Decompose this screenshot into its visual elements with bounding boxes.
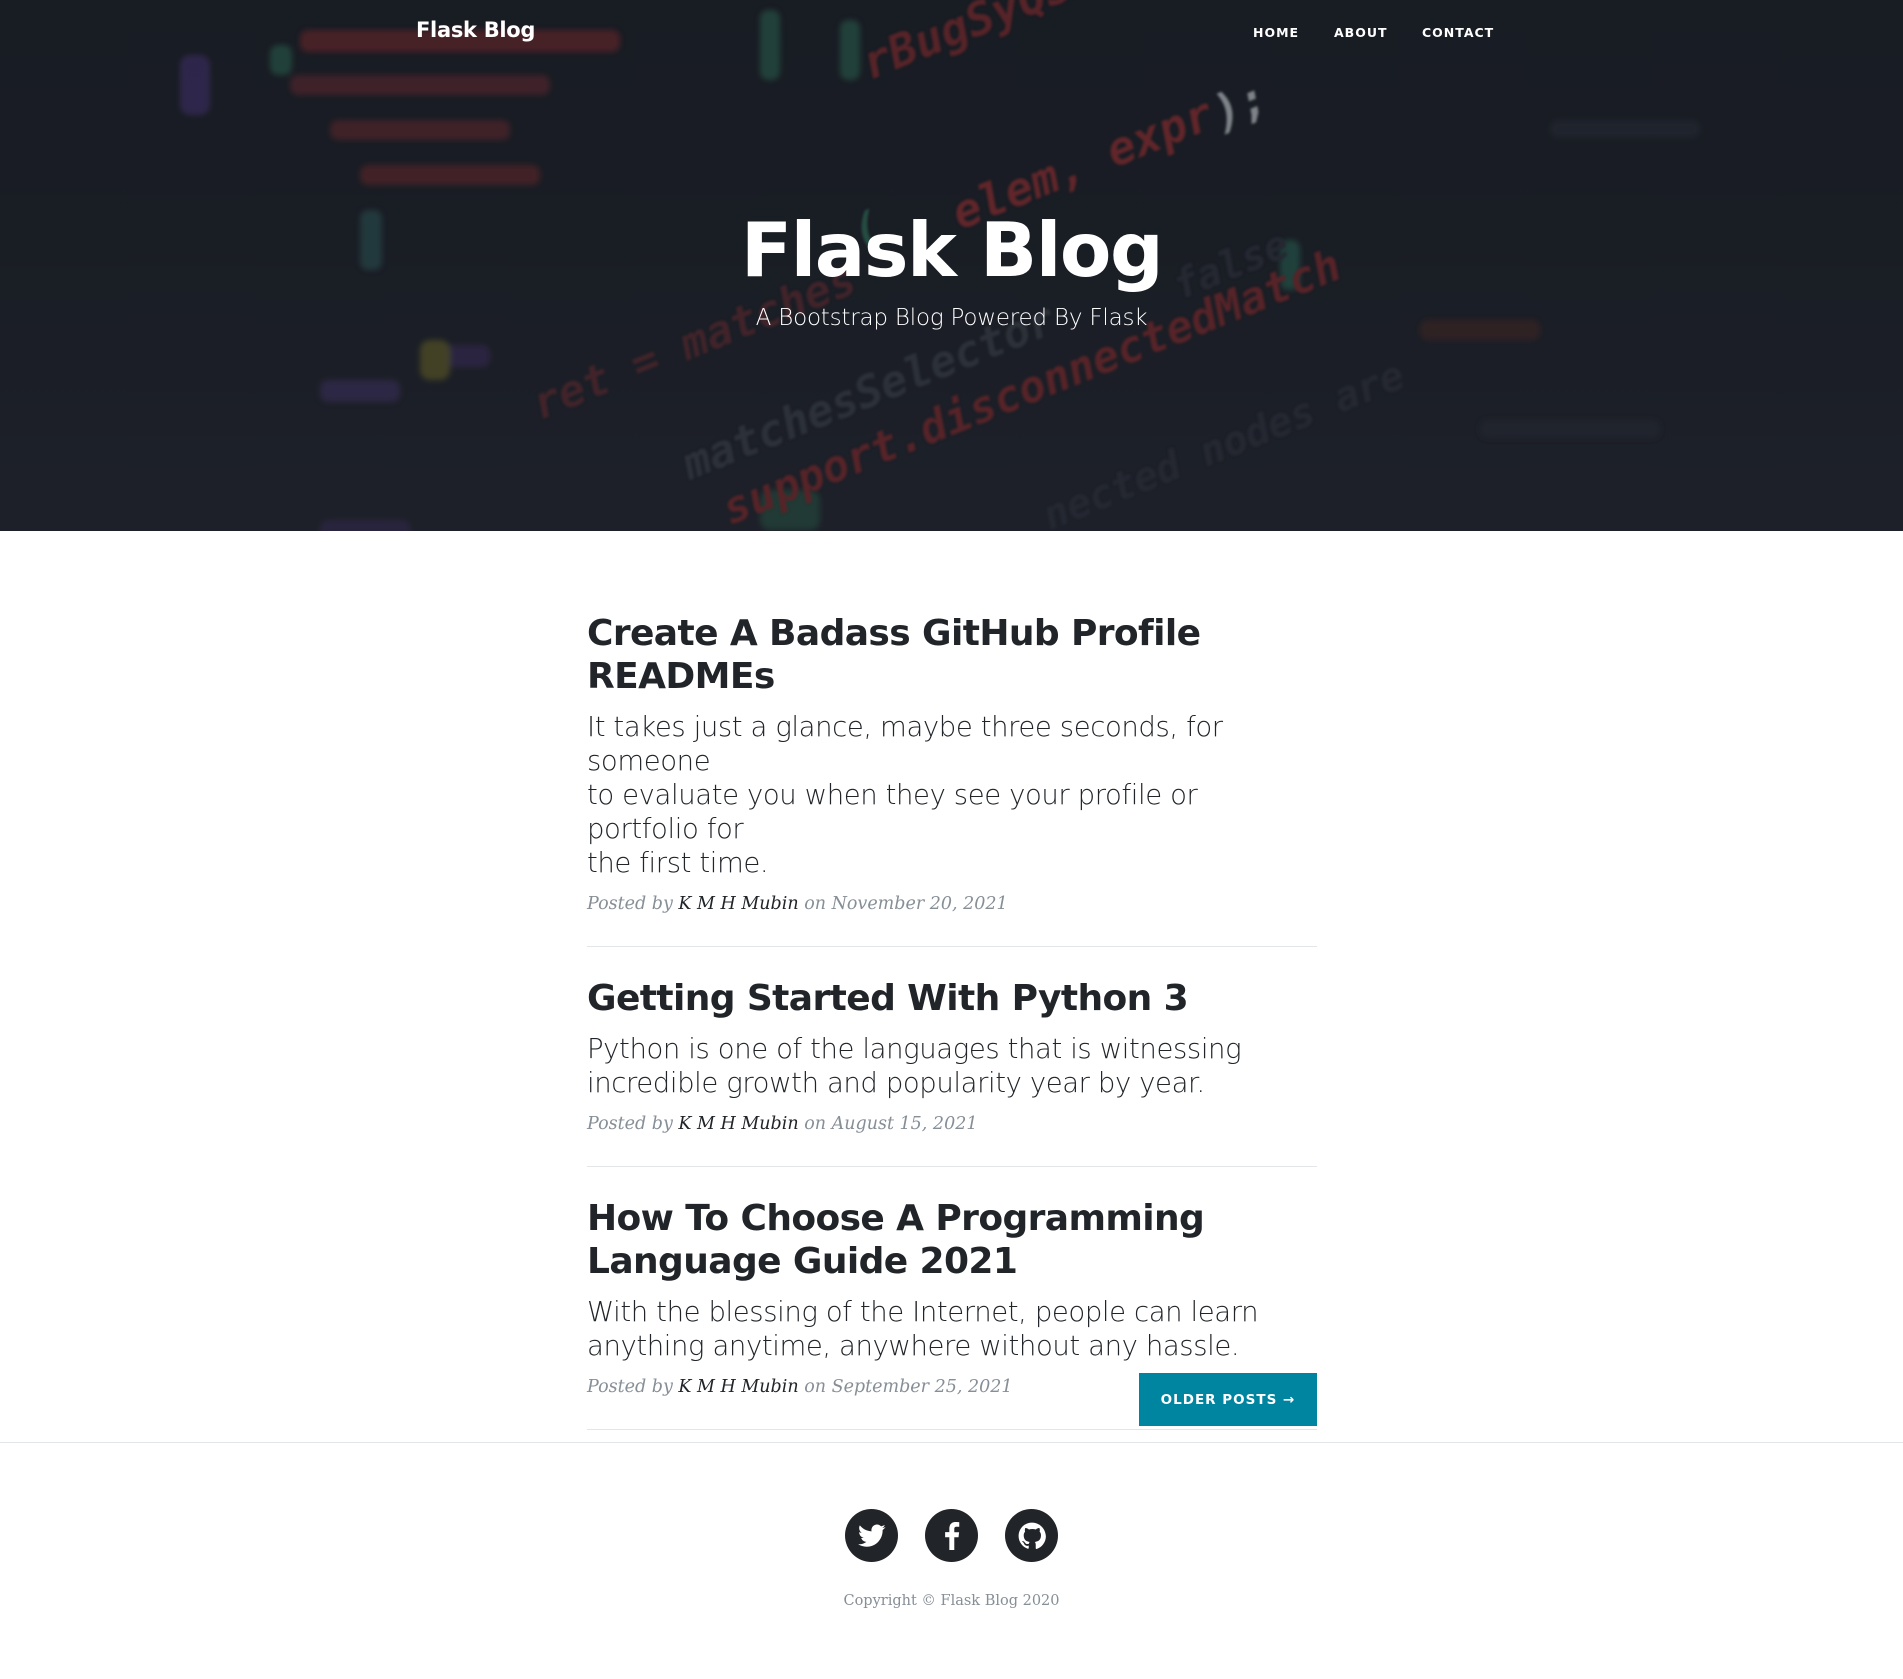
post-author-link[interactable]: K M H Mubin — [678, 1377, 798, 1397]
nav-link-contact[interactable]: CONTACT — [1422, 25, 1494, 40]
post-title-line: Create A Badass GitHub Profile — [587, 613, 1201, 654]
post-preview[interactable]: Create A Badass GitHub Profile READMEs I… — [587, 612, 1317, 916]
post-subtitle-line: It takes just a glance, maybe three seco… — [587, 711, 1223, 777]
masthead: rBugSyQSA elem, expr ( ); matchesSelecto… — [0, 0, 1903, 531]
post-subtitle: It takes just a glance, maybe three seco… — [587, 710, 1317, 880]
post-subtitle-line: incredible growth and popularity year by… — [587, 1067, 1205, 1099]
hero-subtitle: A Bootstrap Blog Powered By Flask — [755, 305, 1148, 331]
twitter-icon — [857, 1523, 886, 1548]
post-subtitle-line: to evaluate you when they see your profi… — [587, 779, 1198, 845]
post-title-line: Getting Started With Python 3 — [587, 978, 1189, 1019]
post-list: Create A Badass GitHub Profile READMEs I… — [587, 612, 1317, 1430]
post-preview[interactable]: Getting Started With Python 3 Python is … — [587, 977, 1317, 1136]
post-author-link[interactable]: K M H Mubin — [678, 894, 798, 914]
facebook-link[interactable] — [925, 1509, 978, 1562]
post-divider — [587, 946, 1317, 947]
facebook-icon — [944, 1521, 960, 1550]
post-subtitle: Python is one of the languages that is w… — [587, 1032, 1317, 1100]
copyright-text: Copyright © Flask Blog 2020 — [843, 1593, 1060, 1609]
navbar: Flask Blog HOME ABOUT CONTACT — [0, 0, 1903, 68]
post-meta: Posted by K M H Mubin on November 20, 20… — [587, 892, 1317, 916]
post-divider — [587, 1166, 1317, 1167]
post-date: August 15, 2021 — [831, 1114, 978, 1134]
post-meta-prefix: Posted by — [587, 1114, 673, 1134]
post-title[interactable]: How To Choose A Programming Language Gui… — [587, 1197, 1317, 1283]
post-date: September 25, 2021 — [831, 1377, 1013, 1397]
post-meta-on: on — [804, 894, 826, 914]
github-link[interactable] — [1005, 1509, 1058, 1562]
post-title[interactable]: Getting Started With Python 3 — [587, 977, 1317, 1020]
post-subtitle-line: anything anytime, anywhere without any h… — [587, 1330, 1240, 1362]
twitter-link[interactable] — [845, 1509, 898, 1562]
nav-link-about[interactable]: ABOUT — [1334, 25, 1388, 40]
post-title[interactable]: Create A Badass GitHub Profile READMEs — [587, 612, 1317, 698]
post-date: November 20, 2021 — [831, 894, 1008, 914]
nav-link-home[interactable]: HOME — [1253, 25, 1299, 40]
post-meta-on: on — [804, 1377, 826, 1397]
post-preview[interactable]: How To Choose A Programming Language Gui… — [587, 1197, 1317, 1399]
post-subtitle-line: the first time. — [587, 847, 769, 879]
post-meta: Posted by K M H Mubin on August 15, 2021 — [587, 1112, 1317, 1136]
post-meta-prefix: Posted by — [587, 894, 673, 914]
hero-title: Flask Blog — [740, 206, 1164, 294]
post-title-line: READMEs — [587, 656, 775, 697]
post-author-link[interactable]: K M H Mubin — [678, 1114, 798, 1134]
social-links — [0, 1509, 1903, 1562]
post-title-line: Language Guide 2021 — [587, 1241, 1018, 1282]
github-icon — [1018, 1522, 1046, 1550]
post-subtitle-line: Python is one of the languages that is w… — [587, 1033, 1242, 1065]
post-divider — [587, 1429, 1317, 1430]
post-title-line: How To Choose A Programming — [587, 1198, 1205, 1239]
older-posts-button[interactable]: OLDER POSTS → — [1139, 1373, 1317, 1426]
post-subtitle: With the blessing of the Internet, peopl… — [587, 1295, 1317, 1363]
post-meta-on: on — [804, 1114, 826, 1134]
post-meta-prefix: Posted by — [587, 1377, 673, 1397]
nav-links: HOME ABOUT CONTACT — [0, 25, 1903, 45]
site-heading: Flask Blog A Bootstrap Blog Powered By F… — [0, 205, 1903, 331]
post-subtitle-line: With the blessing of the Internet, peopl… — [587, 1296, 1259, 1328]
footer-divider — [0, 1442, 1903, 1443]
